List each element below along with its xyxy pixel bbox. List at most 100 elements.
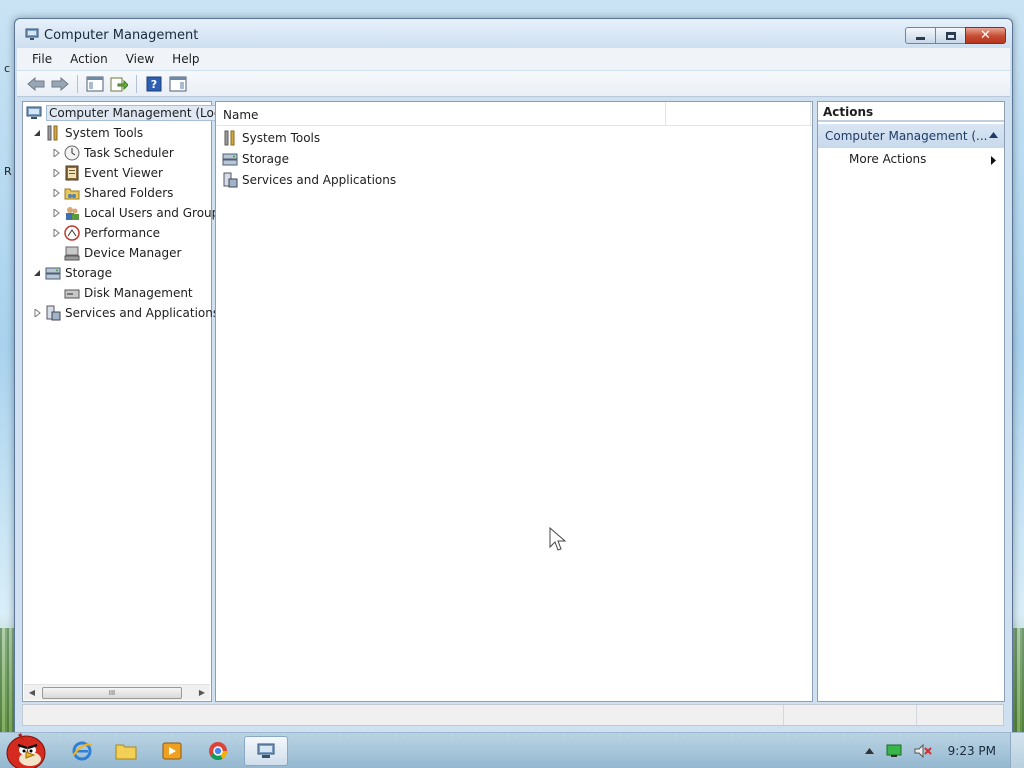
status-cell — [917, 705, 1003, 725]
help-button[interactable]: ? — [143, 74, 165, 94]
tree-item-device-manager[interactable]: Device Manager — [64, 243, 181, 263]
back-button[interactable] — [25, 74, 47, 94]
expand-triangle-icon[interactable] — [50, 227, 62, 239]
expand-triangle-icon[interactable] — [50, 167, 62, 179]
collapse-up-arrow-icon[interactable] — [989, 132, 998, 138]
close-button[interactable]: ✕ — [965, 27, 1006, 44]
export-list-button[interactable] — [108, 74, 130, 94]
chevron-up-icon — [864, 748, 874, 754]
show-hidden-icons-button[interactable] — [864, 748, 874, 754]
window-controls: ✕ — [905, 27, 1006, 45]
menu-action[interactable]: Action — [61, 52, 117, 66]
scroll-left-arrow-icon[interactable]: ◀ — [24, 685, 40, 701]
angry-birds-start-orb[interactable] — [4, 729, 48, 768]
collapse-triangle-icon[interactable] — [31, 267, 43, 279]
title-bar[interactable]: Computer Management ✕ — [15, 19, 1012, 47]
minimize-button[interactable] — [905, 27, 935, 44]
toolbar: ? — [17, 71, 1010, 97]
tree-item-services-and-applications[interactable]: Services and Applications — [31, 303, 219, 323]
tree-item-label: System Tools — [65, 126, 144, 140]
volume-tray-icon[interactable] — [914, 744, 932, 758]
column-header-name[interactable]: Name — [216, 102, 666, 125]
taskbar-internet-explorer[interactable] — [62, 736, 102, 766]
services-icon — [223, 172, 238, 188]
show-hide-action-pane-button[interactable] — [167, 74, 189, 94]
taskbar-windows-explorer[interactable] — [106, 736, 146, 766]
collapse-triangle-icon[interactable] — [31, 127, 43, 139]
forward-button[interactable] — [49, 74, 71, 94]
taskbar-computer-management[interactable] — [244, 736, 288, 766]
tree-item-event-viewer[interactable]: Event Viewer — [50, 163, 163, 183]
tools-icon — [224, 130, 235, 146]
results-list-pane: Name System Tools Storage Services and A… — [215, 101, 813, 702]
list-item-storage[interactable]: Storage — [222, 149, 289, 169]
tree-item-disk-management[interactable]: Disk Management — [64, 283, 193, 303]
tree-item-label: Shared Folders — [84, 186, 174, 200]
performance-icon — [64, 225, 80, 241]
device-manager-icon — [64, 246, 80, 261]
status-cell — [784, 705, 917, 725]
tree-item-local-users[interactable]: Local Users and Group — [50, 203, 219, 223]
minimize-icon — [916, 37, 925, 40]
maximize-button[interactable] — [935, 27, 965, 44]
tree-item-label: Disk Management — [84, 286, 193, 300]
tree-item-task-scheduler[interactable]: Task Scheduler — [50, 143, 174, 163]
tree-item-shared-folders[interactable]: Shared Folders — [50, 183, 173, 203]
taskbar-media-player[interactable] — [152, 736, 192, 766]
column-header-blank[interactable] — [666, 102, 811, 125]
actions-header: Actions — [818, 102, 1004, 122]
action-more-actions[interactable]: More Actions — [849, 152, 926, 166]
media-player-icon — [162, 742, 182, 760]
status-cell — [23, 705, 784, 725]
status-bar — [22, 704, 1004, 726]
event-viewer-icon — [65, 165, 79, 181]
list-item-label: Storage — [242, 152, 289, 166]
menu-help[interactable]: Help — [163, 52, 208, 66]
menu-bar: File Action View Help — [17, 48, 1010, 70]
users-icon — [66, 207, 79, 220]
expand-triangle-icon[interactable] — [50, 187, 62, 199]
expand-triangle-icon[interactable] — [50, 207, 62, 219]
tree-horizontal-scrollbar[interactable]: ◀ III ▶ — [24, 684, 210, 700]
system-tray: 9:23 PM — [859, 733, 1024, 768]
tree-item-storage[interactable]: Storage — [31, 263, 112, 283]
tree-item-system-tools[interactable]: System Tools — [31, 123, 143, 143]
menu-file[interactable]: File — [23, 52, 61, 66]
show-hide-console-tree-button[interactable] — [84, 74, 106, 94]
show-desktop-button[interactable] — [1010, 733, 1024, 768]
show-hide-action-pane-icon — [169, 76, 187, 91]
tree-item-performance[interactable]: Performance — [50, 223, 160, 243]
window-title: Computer Management — [44, 28, 199, 43]
actions-group-computer-management[interactable]: Computer Management (... — [818, 124, 1004, 148]
network-tray-icon[interactable] — [886, 744, 902, 758]
computer-management-icon — [257, 743, 275, 758]
services-icon — [46, 305, 61, 321]
tree-item-label: Task Scheduler — [84, 146, 174, 160]
expand-triangle-icon[interactable] — [31, 307, 43, 319]
tree-item-label: Event Viewer — [84, 166, 163, 180]
tools-icon — [47, 125, 58, 141]
toolbar-separator — [136, 74, 137, 93]
desktop-edge-label-top: c — [4, 62, 11, 75]
menu-view[interactable]: View — [117, 52, 163, 66]
list-item-services-and-applications[interactable]: Services and Applications — [222, 170, 396, 190]
scroll-thumb[interactable]: III — [42, 687, 182, 699]
mouse-cursor-icon — [549, 527, 567, 551]
scroll-right-arrow-icon[interactable]: ▶ — [194, 685, 210, 701]
internet-explorer-icon — [72, 741, 93, 761]
shared-folders-icon — [64, 188, 80, 200]
taskbar-chrome[interactable] — [198, 736, 238, 766]
tree-item-label: Services and Applications — [65, 306, 220, 320]
expand-triangle-icon[interactable] — [50, 147, 62, 159]
folder-icon — [115, 744, 137, 760]
tree-item-root[interactable]: Computer Management (Loca — [26, 103, 231, 123]
forward-arrow-icon — [51, 76, 69, 91]
toolbar-separator — [77, 74, 78, 93]
list-column-header: Name — [216, 102, 812, 126]
taskbar-clock[interactable]: 9:23 PM — [948, 744, 996, 758]
list-item-system-tools[interactable]: System Tools — [222, 128, 320, 148]
volume-muted-icon — [914, 744, 932, 758]
clock-icon — [64, 145, 80, 161]
export-list-icon — [110, 77, 128, 91]
tree-item-label: Storage — [65, 266, 112, 280]
